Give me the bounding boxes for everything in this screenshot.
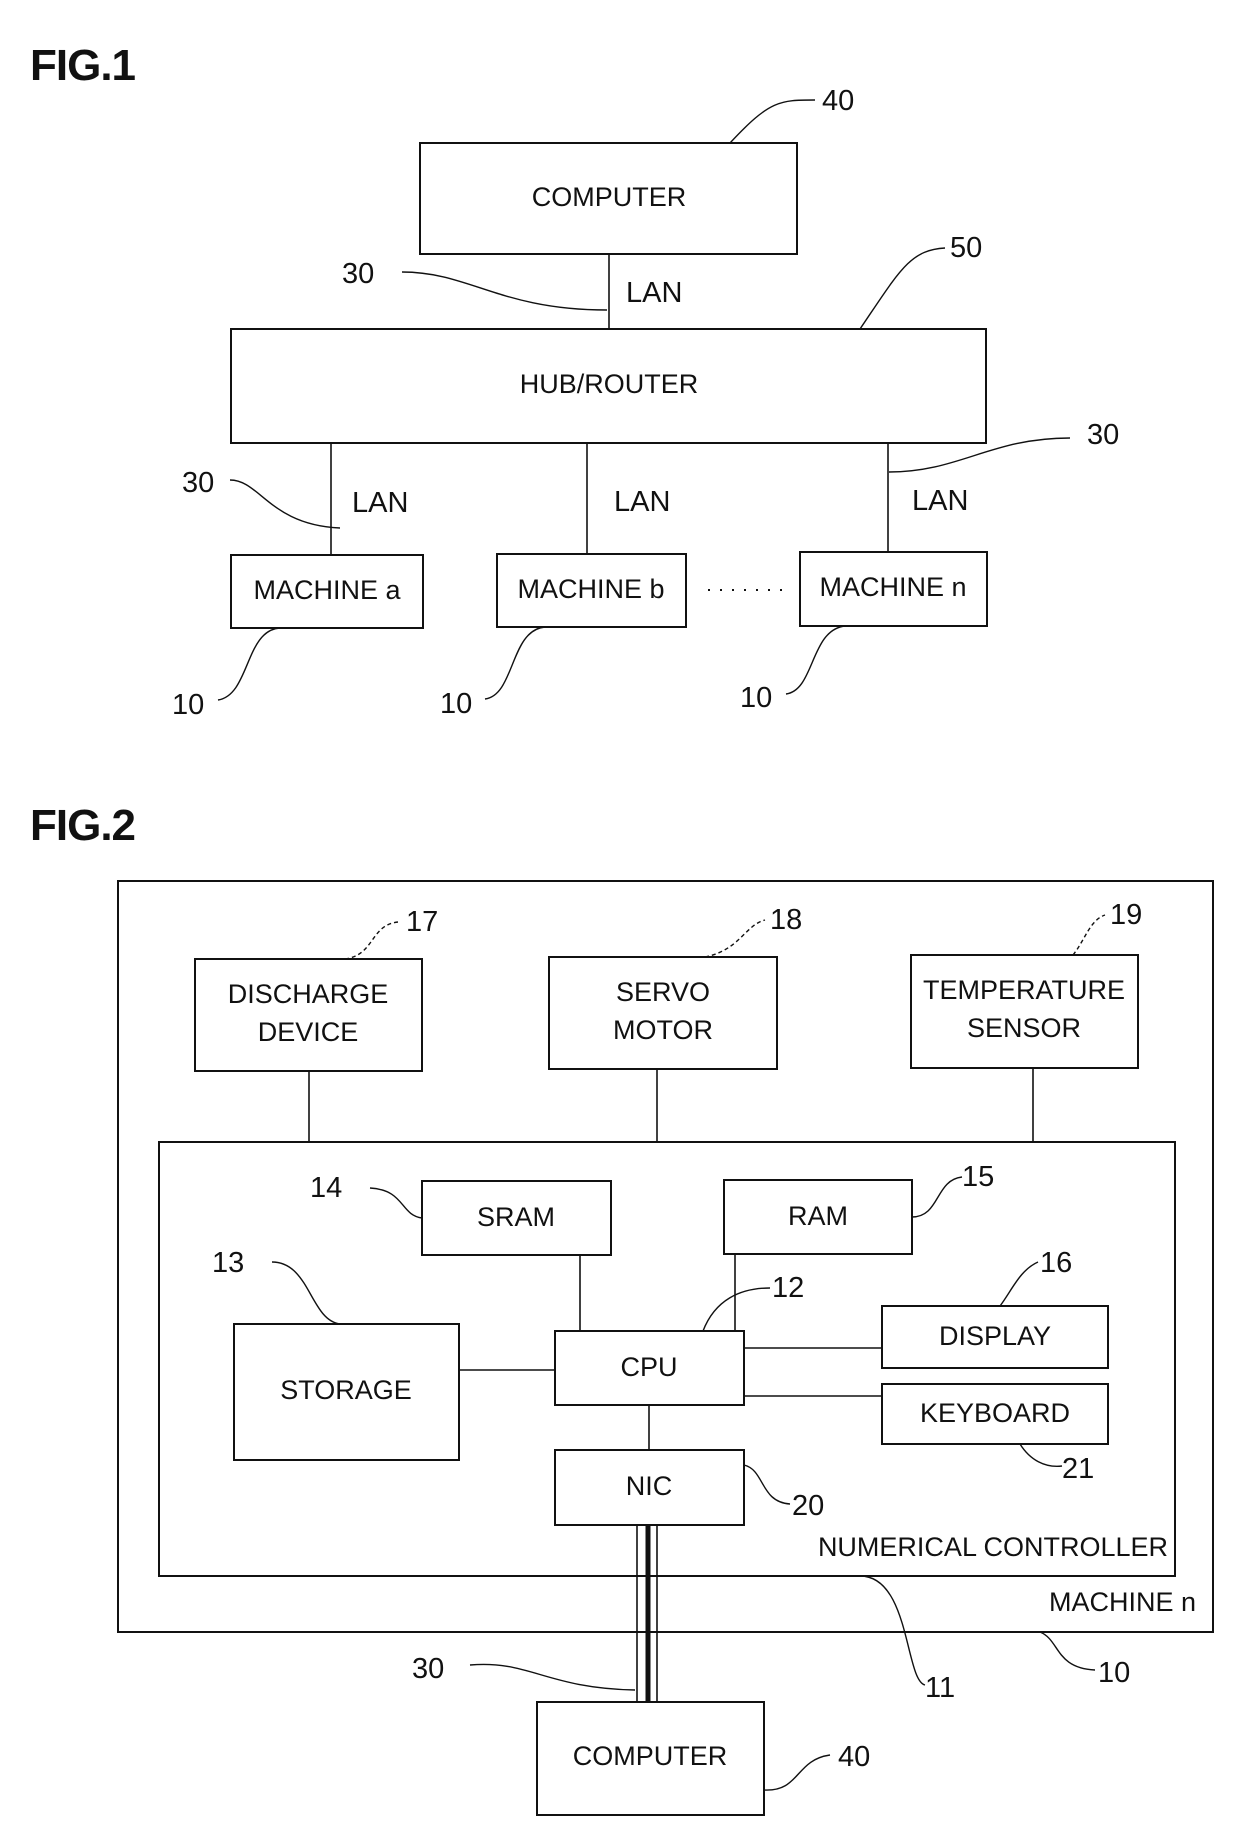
fig1-hub-ref: 50 — [950, 232, 982, 264]
fig1-machine-n: MACHINE n 10 — [740, 551, 988, 714]
fig2-display-label: DISPLAY — [939, 1321, 1051, 1351]
figure-2: FIG.2 MACHINE n 10 DISCHARGE DEVICE 17 S… — [30, 801, 1214, 1816]
fig2-machine-leader — [1039, 1631, 1096, 1671]
figure-1: FIG.1 COMPUTER 40 LAN 30 HUB/ROUTER 50 L… — [30, 41, 1119, 721]
fig1-machine-b-label: MACHINE b — [517, 574, 664, 604]
fig1-lan-right-ref: 30 — [1087, 419, 1119, 451]
fig1-machine-a-ref: 10 — [172, 689, 204, 721]
fig2-controller-ref: 11 — [925, 1672, 955, 1704]
fig2-display-ref: 16 — [1040, 1247, 1072, 1279]
fig1-hub-label: HUB/ROUTER — [520, 369, 699, 399]
fig2-computer-label: COMPUTER — [573, 1741, 728, 1771]
fig1-hub-leader — [859, 247, 946, 330]
fig2-discharge-ref: 17 — [406, 906, 438, 938]
fig1-computer-label: COMPUTER — [532, 182, 687, 212]
fig1-lan-left-leader — [229, 479, 341, 529]
fig2-temperature-ref: 19 — [1110, 899, 1142, 931]
fig2-cpu-ref: 12 — [772, 1272, 804, 1304]
fig2-lan-ref: 30 — [412, 1653, 444, 1685]
fig1-lan-top-leader — [401, 271, 608, 311]
fig1-machine-a: MACHINE a 10 — [172, 554, 424, 721]
patent-figures: FIG.1 COMPUTER 40 LAN 30 HUB/ROUTER 50 L… — [30, 41, 1214, 1816]
fig2-ram-ref: 15 — [962, 1161, 994, 1193]
fig2-servo-ref: 18 — [770, 904, 802, 936]
fig2-discharge-line2: DEVICE — [258, 1017, 359, 1047]
fig2-temperature-line2: SENSOR — [967, 1013, 1081, 1043]
fig1-machine-n-leader — [785, 625, 846, 695]
fig2-servo-line2: MOTOR — [613, 1015, 713, 1045]
fig1-lan-label-b: LAN — [614, 486, 670, 518]
fig1-machine-a-leader — [217, 627, 281, 701]
fig2-temperature-line1: TEMPERATURE — [923, 975, 1125, 1005]
fig1-computer-ref: 40 — [822, 85, 854, 117]
fig1-lan-left-ref: 30 — [182, 467, 214, 499]
fig2-computer: COMPUTER 40 — [536, 1701, 870, 1816]
fig2-keyboard-ref: 21 — [1062, 1453, 1094, 1485]
fig1-machine-b: MACHINE b 10 — [440, 553, 687, 720]
fig1-lan-label-top: LAN — [626, 277, 682, 309]
fig1-computer-leader — [729, 99, 816, 144]
fig2-computer-leader — [763, 1754, 831, 1791]
fig2-discharge-box — [194, 958, 423, 1072]
fig2-nic-ref: 20 — [792, 1490, 824, 1522]
fig1-machine-b-ref: 10 — [440, 688, 472, 720]
fig2-ram-label: RAM — [788, 1201, 848, 1231]
fig2-sram-ref: 14 — [310, 1172, 342, 1204]
fig2-controller-label: NUMERICAL CONTROLLER — [818, 1532, 1168, 1562]
fig1-machine-n-ref: 10 — [740, 682, 772, 714]
fig1-computer: COMPUTER 40 — [419, 85, 854, 255]
fig2-lan-leader — [469, 1663, 636, 1691]
fig2-machine-ref: 10 — [1098, 1657, 1130, 1689]
fig1-lan-top-ref: 30 — [342, 258, 374, 290]
fig2-discharge-line1: DISCHARGE — [228, 979, 389, 1009]
fig2-storage-label: STORAGE — [280, 1375, 412, 1405]
fig1-title: FIG.1 — [30, 41, 136, 90]
fig1-machine-a-label: MACHINE a — [253, 575, 401, 605]
fig2-servo-line1: SERVO — [616, 977, 710, 1007]
fig2-computer-ref: 40 — [838, 1741, 870, 1773]
fig1-lan-label-n: LAN — [912, 485, 968, 517]
fig1-lan-label-a: LAN — [352, 487, 408, 519]
fig2-sram-label: SRAM — [477, 1202, 555, 1232]
fig2-temperature-box — [910, 954, 1139, 1069]
fig2-keyboard-label: KEYBOARD — [920, 1398, 1070, 1428]
fig1-machine-n-label: MACHINE n — [819, 572, 966, 602]
fig2-title: FIG.2 — [30, 801, 135, 850]
fig2-cpu-label: CPU — [620, 1352, 677, 1382]
fig2-storage-ref: 13 — [212, 1247, 244, 1279]
fig2-machine-label: MACHINE n — [1049, 1587, 1196, 1617]
fig2-nic-label: NIC — [626, 1471, 673, 1501]
fig1-machine-b-leader — [484, 626, 546, 700]
fig2-servo-box — [548, 956, 778, 1070]
